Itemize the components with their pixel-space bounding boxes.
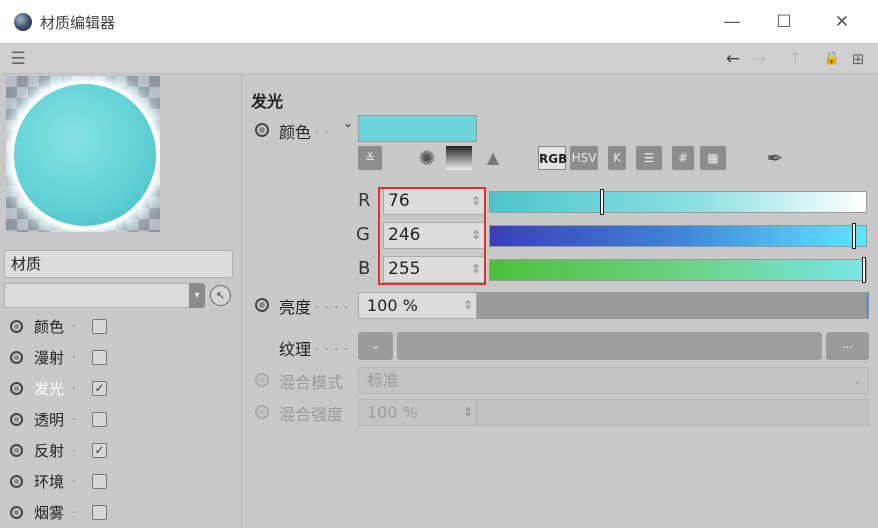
window-title: 材质编辑器 [40, 14, 116, 32]
r-slider-handle[interactable] [600, 189, 604, 215]
brightness-value: 100 % [367, 296, 418, 315]
channel-label: 烟雾 [34, 504, 65, 522]
app-icon [14, 13, 32, 31]
color-swatch[interactable] [358, 115, 477, 142]
texture-label: 纹理 [279, 340, 312, 359]
channel-item-environment[interactable]: 环境 . [8, 470, 228, 494]
toolbar: ☰ ← → ↑ 🔒 ⊞ [0, 44, 878, 74]
blend-strength-slider[interactable] [477, 399, 869, 426]
color-wheel-icon[interactable]: ✺ [414, 146, 440, 170]
blend-strength-field[interactable]: 100 % ⇕ [358, 399, 477, 426]
r-slider[interactable] [489, 189, 867, 215]
channel-radio-icon[interactable] [10, 444, 23, 457]
spectrum-icon[interactable] [446, 146, 472, 170]
image-icon[interactable]: ▲ [480, 146, 506, 170]
hex-icon[interactable]: # [672, 146, 694, 170]
swatches-grid-icon[interactable]: ▦ [700, 146, 726, 170]
b-slider-handle[interactable] [862, 257, 866, 283]
minimize-button[interactable]: — [712, 8, 752, 36]
channel-checkbox[interactable] [92, 412, 107, 427]
blend-strength-label: 混合强度 [279, 405, 344, 424]
lock-icon[interactable]: 🔒 [822, 48, 842, 70]
channel-radio-icon[interactable] [10, 382, 23, 395]
texture-dropdown[interactable]: ⌄ [358, 332, 393, 360]
color-label: 颜色 [279, 123, 312, 142]
chevron-down-icon[interactable]: ⌄ [853, 368, 862, 393]
channel-checkbox[interactable] [92, 350, 107, 365]
left-panel: 材质 ▾ ↖ 颜色 . 漫射 . 发光 . ✓ 透明 . 反射 . ✓ 环境 .… [0, 74, 242, 528]
brightness-slider[interactable] [477, 292, 869, 319]
spinner-icon[interactable]: ⇕ [463, 293, 473, 318]
channel-label: 发光 [34, 380, 65, 398]
channel-checkbox[interactable] [92, 474, 107, 489]
brightness-label: 亮度 [279, 298, 312, 317]
texture-more-button[interactable]: ... [826, 332, 869, 360]
up-arrow-icon[interactable]: ↑ [785, 48, 805, 70]
channel-checkbox[interactable]: ✓ [92, 381, 107, 396]
eyedropper-icon[interactable]: ✒ [762, 146, 788, 170]
channel-checkbox[interactable] [92, 505, 107, 520]
channel-item-reflectance[interactable]: 反射 . ✓ [8, 439, 228, 463]
channel-label: 透明 [34, 411, 65, 429]
channel-item-fog[interactable]: 烟雾 . [8, 501, 228, 525]
channel-checkbox[interactable] [92, 319, 107, 334]
channel-label: 颜色 [34, 318, 65, 336]
title-bar: 材质编辑器 — ☐ ✕ [0, 0, 878, 44]
brightness-keyframe-icon[interactable] [255, 298, 269, 312]
texture-field[interactable] [397, 332, 822, 360]
kelvin-mode-button[interactable]: K [608, 146, 626, 170]
channel-radio-icon[interactable] [10, 413, 23, 426]
brightness-field[interactable]: 100 % ⇕ [358, 292, 477, 319]
b-channel-label: B [358, 258, 371, 279]
blend-mode-keyframe-icon[interactable] [255, 373, 269, 387]
section-title: 发光 [251, 92, 284, 111]
menu-icon[interactable]: ☰ [8, 48, 28, 70]
mixer-icon[interactable]: ☰ [636, 146, 662, 170]
maximize-button[interactable]: ☐ [764, 8, 804, 36]
chevron-down-icon[interactable]: ▾ [189, 283, 205, 308]
collapse-icon[interactable]: ≚ [358, 146, 382, 170]
blend-mode-value: 标准 [367, 371, 400, 390]
channel-label: 环境 [34, 473, 65, 491]
forward-arrow-icon[interactable]: → [748, 48, 770, 70]
chevron-down-icon[interactable]: ⌄ [343, 116, 353, 130]
channel-item-color[interactable]: 颜色 . [8, 315, 228, 339]
channel-radio-icon[interactable] [10, 351, 23, 364]
blend-mode-select[interactable]: 标准 ⌄ [358, 367, 869, 394]
highlight-box [378, 187, 486, 285]
material-combo[interactable] [4, 283, 190, 308]
rgb-mode-button[interactable]: RGB [538, 146, 567, 170]
back-arrow-icon[interactable]: ← [722, 48, 744, 70]
spinner-icon[interactable]: ⇕ [463, 400, 473, 425]
channel-radio-icon[interactable] [10, 506, 23, 519]
pick-icon[interactable]: ↖ [210, 285, 231, 306]
channel-label: 反射 [34, 442, 65, 460]
channel-item-transparency[interactable]: 透明 . [8, 408, 228, 432]
r-channel-label: R [358, 190, 371, 211]
close-button[interactable]: ✕ [822, 8, 862, 36]
channel-item-luminance[interactable]: 发光 . ✓ [8, 377, 228, 401]
preview-sphere [10, 80, 160, 230]
channel-radio-icon[interactable] [10, 320, 23, 333]
new-panel-icon[interactable]: ⊞ [848, 48, 868, 70]
blend-mode-label: 混合模式 [279, 373, 344, 392]
blend-strength-value: 100 % [367, 403, 418, 422]
channel-item-diffusion[interactable]: 漫射 . [8, 346, 228, 370]
g-channel-label: G [356, 224, 370, 245]
g-slider-handle[interactable] [852, 223, 856, 249]
channel-radio-icon[interactable] [10, 475, 23, 488]
g-slider[interactable] [489, 223, 867, 249]
material-preview[interactable] [6, 76, 160, 232]
channel-label: 漫射 [34, 349, 65, 367]
blend-strength-keyframe-icon[interactable] [255, 405, 269, 419]
color-keyframe-icon[interactable] [255, 123, 269, 137]
channel-checkbox[interactable]: ✓ [92, 443, 107, 458]
hsv-mode-button[interactable]: HSV [570, 146, 598, 170]
attribute-panel: 发光 颜色 . . ⌄ ≚ ✺ ▲ RGB HSV K ☰ # ▦ ✒ R 76… [243, 74, 878, 528]
b-slider[interactable] [489, 257, 867, 283]
material-name-field[interactable]: 材质 [4, 250, 233, 278]
